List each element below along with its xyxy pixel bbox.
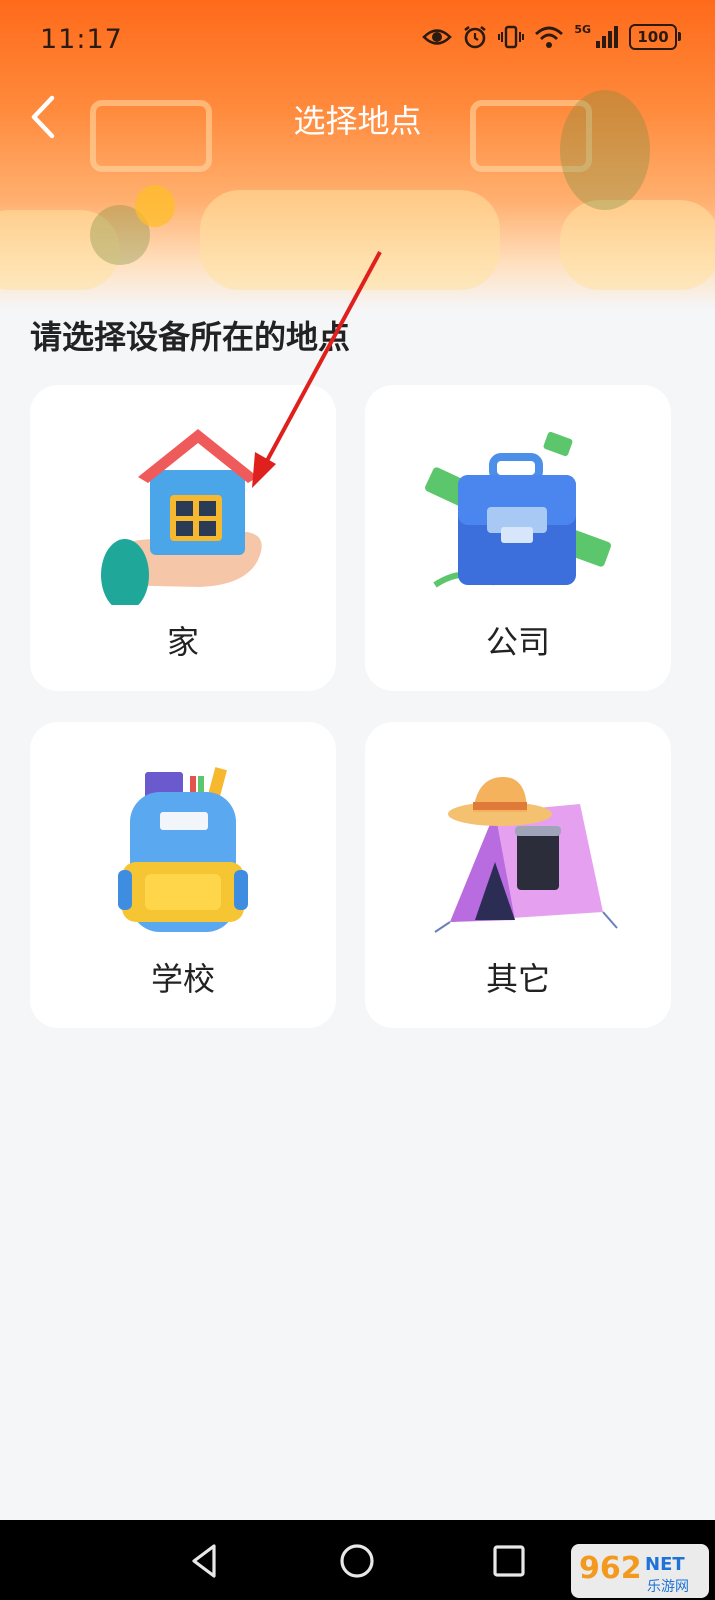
status-bar: 11:17 5G 100: [0, 0, 715, 80]
status-time: 11:17: [40, 24, 123, 55]
location-card-school[interactable]: 学校: [30, 722, 336, 1028]
nav-home-button[interactable]: [332, 1536, 382, 1586]
location-label-home: 家: [166, 623, 199, 661]
location-card-other[interactable]: 其它: [365, 722, 671, 1028]
vibrate-icon: [498, 25, 525, 49]
wifi-icon: [535, 26, 564, 48]
home-circle-icon: [340, 1544, 374, 1578]
network-type-label: 5G: [574, 22, 591, 36]
watermark-brand: 962: [579, 1551, 642, 1586]
site-watermark-logo: 962 NET 乐游网: [571, 1544, 709, 1598]
sofa-decoration: [200, 190, 500, 290]
chick-decoration: [135, 185, 175, 227]
location-label-company: 公司: [485, 623, 550, 661]
location-label-school: 学校: [150, 960, 215, 998]
recents-square-icon: [493, 1545, 525, 1577]
sofa-decoration: [560, 200, 715, 290]
nav-recents-button[interactable]: [484, 1536, 534, 1586]
backpack-icon: [118, 767, 248, 932]
battery-icon: 100: [629, 24, 681, 50]
eye-icon: [422, 29, 453, 45]
location-card-home[interactable]: 家: [30, 385, 336, 691]
alarm-icon: [464, 25, 487, 49]
signal-icon: [596, 26, 618, 48]
status-icons: 5G 100: [422, 22, 681, 50]
nav-back-button[interactable]: [180, 1536, 230, 1586]
location-prompt: 请选择设备所在的地点: [30, 318, 351, 356]
house-in-hand-icon: [101, 429, 262, 605]
tent-hat-icon: [434, 777, 618, 933]
back-triangle-icon: [192, 1544, 216, 1578]
page-title: 选择地点: [293, 102, 422, 140]
header-banner: 11:17 5G 100 选择地点: [0, 0, 715, 310]
watermark-subtitle: 乐游网: [647, 1579, 689, 1595]
location-label-other: 其它: [485, 960, 550, 998]
location-card-company[interactable]: 公司: [365, 385, 671, 691]
briefcase-icon: [425, 431, 611, 588]
watermark-suffix: NET: [645, 1554, 685, 1575]
